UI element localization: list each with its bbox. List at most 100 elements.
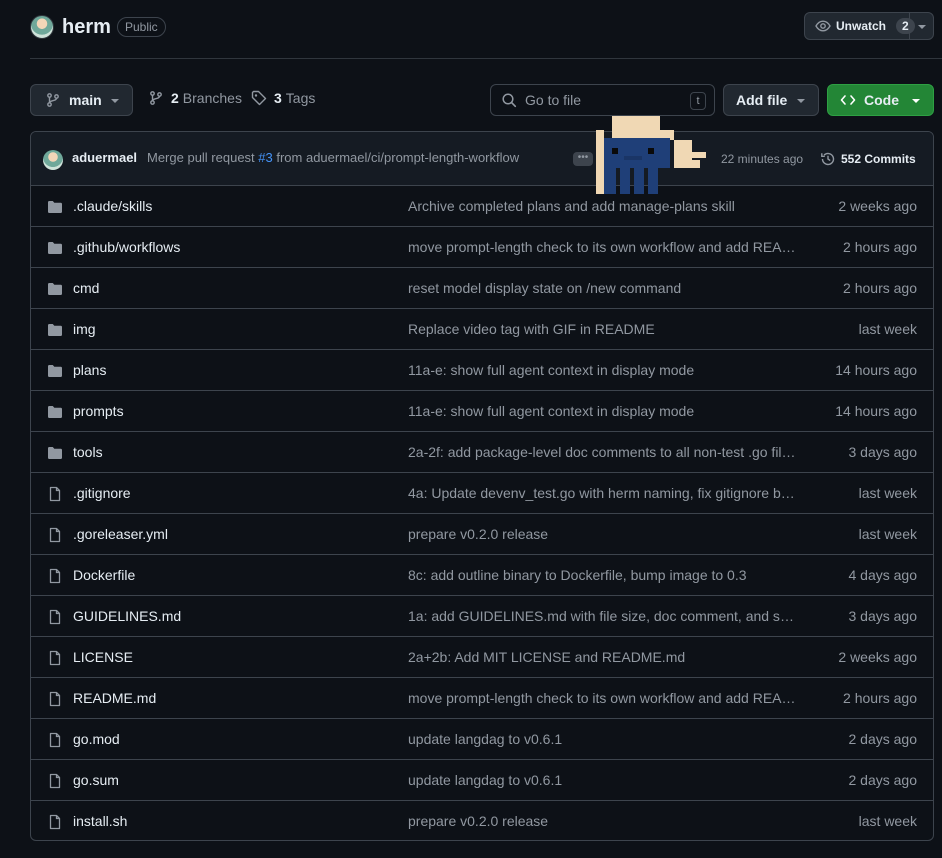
keyboard-shortcut: t [690,92,706,110]
visibility-badge: Public [117,17,166,37]
branches-link[interactable]: 2 Branches [148,90,242,106]
file-commit-message[interactable]: reset model display state on /new comman… [408,280,796,296]
file-commit-time: 2 days ago [848,731,918,747]
add-file-button[interactable]: Add file [723,84,819,116]
tag-icon [251,90,267,106]
branch-selector[interactable]: main [30,84,133,116]
tags-link[interactable]: 3 Tags [251,90,315,106]
file-name[interactable]: tools [73,444,103,460]
commit-expand-button[interactable]: ••• [573,152,593,166]
file-name[interactable]: cmd [73,280,99,296]
file-row[interactable]: tools 2a-2f: add package-level doc commen… [31,432,933,473]
file-commit-message[interactable]: 4a: Update devenv_test.go with herm nami… [408,485,796,501]
chevron-down-icon [912,99,920,103]
file-commit-message[interactable]: 2a+2b: Add MIT LICENSE and README.md [408,649,796,665]
tags-count: 3 [274,90,282,106]
file-commit-message[interactable]: Archive completed plans and add manage-p… [408,198,796,214]
file-commit-message[interactable]: update langdag to v0.6.1 [408,731,796,747]
file-commit-message[interactable]: prepare v0.2.0 release [408,813,796,829]
file-row[interactable]: README.md move prompt-length check to its… [31,678,933,719]
commit-time[interactable]: 22 minutes ago [721,152,803,166]
file-commit-message[interactable]: 11a-e: show full agent context in displa… [408,403,796,419]
file-row[interactable]: .claude/skills Archive completed plans an… [31,186,933,227]
file-commit-message[interactable]: Replace video tag with GIF in README [408,321,796,337]
file-commit-message[interactable]: move prompt-length check to its own work… [408,239,796,255]
file-row[interactable]: prompts 11a-e: show full agent context in… [31,391,933,432]
file-name[interactable]: .github/workflows [73,239,180,255]
folder-icon [47,322,63,338]
file-commit-message[interactable]: update langdag to v0.6.1 [408,772,796,788]
file-icon [47,814,63,830]
search-icon [502,93,517,108]
file-commit-message[interactable]: 8c: add outline binary to Dockerfile, bu… [408,567,796,583]
file-row[interactable]: cmd reset model display state on /new com… [31,268,933,309]
file-row[interactable]: LICENSE 2a+2b: Add MIT LICENSE and README… [31,637,933,678]
file-name[interactable]: img [73,321,96,337]
file-row[interactable]: plans 11a-e: show full agent context in d… [31,350,933,391]
file-commit-time: 14 hours ago [835,362,917,378]
file-name[interactable]: go.mod [73,731,120,747]
file-row[interactable]: go.mod update langdag to v0.6.1 2 days ago [31,719,933,760]
file-commit-time: 2 weeks ago [838,649,917,665]
file-commit-message[interactable]: 2a-2f: add package-level doc comments to… [408,444,796,460]
repo-owner-avatar[interactable] [30,15,54,39]
file-row[interactable]: .github/workflows move prompt-length chec… [31,227,933,268]
branches-label: Branches [182,90,242,106]
file-commit-time: 2 hours ago [843,690,917,706]
go-to-file-input[interactable] [525,92,675,108]
file-commit-time: last week [858,485,917,501]
chevron-down-icon[interactable] [916,22,928,32]
unwatch-button[interactable]: Unwatch 2 [804,12,934,40]
file-commit-time: 3 days ago [848,444,918,460]
commit-author[interactable]: aduermael [72,150,137,165]
file-commit-message[interactable]: 1a: add GUIDELINES.md with file size, do… [408,608,796,624]
file-name[interactable]: .claude/skills [73,198,152,214]
file-commit-message[interactable]: prepare v0.2.0 release [408,526,796,542]
folder-icon [47,240,63,256]
folder-icon [47,404,63,420]
file-commit-time: 2 days ago [848,772,918,788]
file-icon [47,527,63,543]
pr-link[interactable]: #3 [258,150,272,165]
file-name[interactable]: go.sum [73,772,119,788]
file-row[interactable]: install.sh prepare v0.2.0 release last wee… [31,801,933,840]
file-name[interactable]: .gitignore [73,485,131,501]
latest-commit-bar: aduermael Merge pull request #3 from adu… [31,132,933,186]
file-name[interactable]: install.sh [73,813,127,829]
file-commit-time: 2 hours ago [843,280,917,296]
file-commit-message[interactable]: 11a-e: show full agent context in displa… [408,362,796,378]
repo-name[interactable]: herm [62,16,111,39]
folder-icon [47,199,63,215]
code-button[interactable]: Code [827,84,934,116]
file-row[interactable]: GUIDELINES.md 1a: add GUIDELINES.md with … [31,596,933,637]
file-commit-time: last week [858,813,917,829]
file-row[interactable]: .goreleaser.yml prepare v0.2.0 release las… [31,514,933,555]
pixel-mascot-image [596,116,706,194]
file-icon [47,732,63,748]
file-row[interactable]: .gitignore 4a: Update devenv_test.go with… [31,473,933,514]
file-icon [47,773,63,789]
file-icon [47,650,63,666]
file-name[interactable]: prompts [73,403,124,419]
file-table: aduermael Merge pull request #3 from adu… [30,131,934,841]
commit-message[interactable]: Merge pull request #3 from aduermael/ci/… [147,150,519,165]
file-name[interactable]: GUIDELINES.md [73,608,181,624]
file-commit-message[interactable]: move prompt-length check to its own work… [408,690,796,706]
file-name[interactable]: plans [73,362,106,378]
file-name[interactable]: .goreleaser.yml [73,526,168,542]
tags-label: Tags [285,90,316,106]
file-icon [47,609,63,625]
file-commit-time: last week [858,321,917,337]
history-icon [821,152,835,166]
file-row[interactable]: go.sum update langdag to v0.6.1 2 days ago [31,760,933,801]
file-name[interactable]: LICENSE [73,649,133,665]
file-name[interactable]: README.md [73,690,156,706]
file-name[interactable]: Dockerfile [73,567,135,583]
commits-link[interactable]: 552 Commits [820,151,916,167]
file-commit-time: 2 weeks ago [838,198,917,214]
file-row[interactable]: img Replace video tag with GIF in README l… [31,309,933,350]
commit-author-avatar[interactable] [43,150,63,170]
go-to-file-search[interactable]: t [490,84,715,116]
file-row[interactable]: Dockerfile 8c: add outline binary to Dock… [31,555,933,596]
file-commit-time: 4 days ago [848,567,918,583]
